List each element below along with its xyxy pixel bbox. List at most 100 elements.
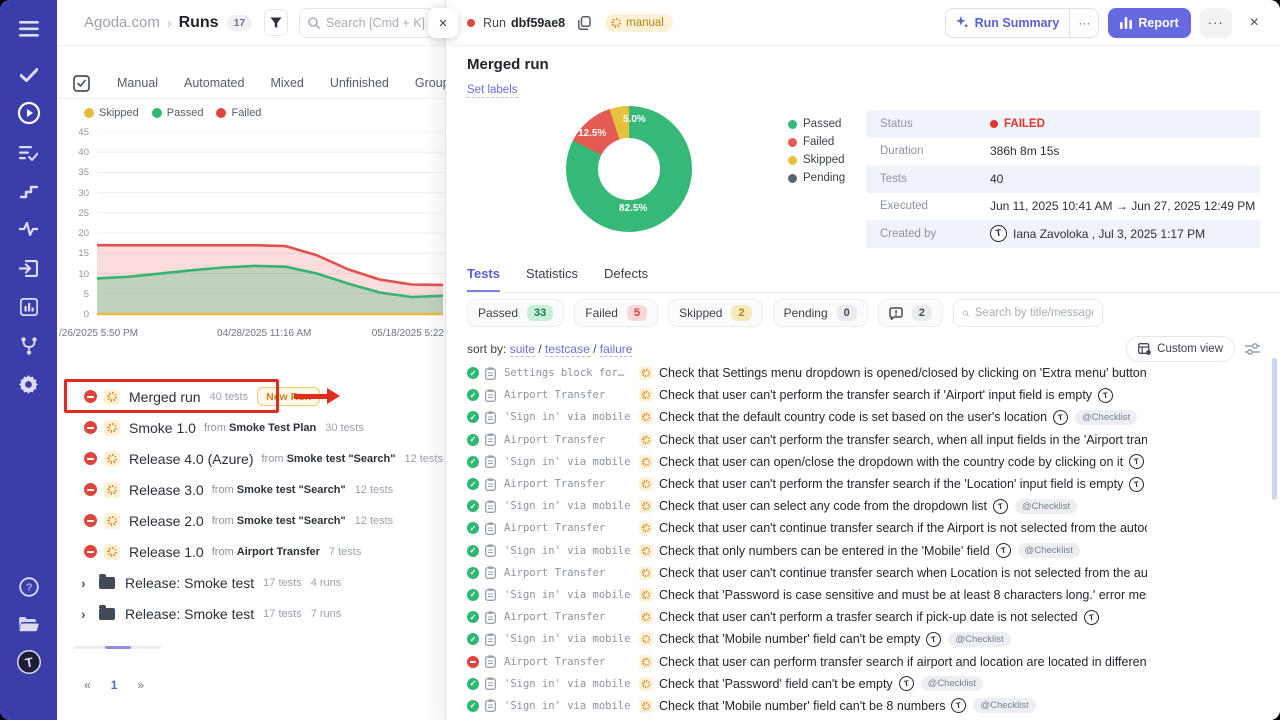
tab-defects[interactable]: Defects [604, 266, 648, 292]
close-run-detail-button[interactable]: × [1245, 14, 1264, 32]
test-runs-icon[interactable] [0, 98, 57, 128]
pagination-current-page[interactable]: 1 [111, 678, 118, 692]
tests-search-input[interactable] [975, 307, 1093, 319]
breadcrumb-section[interactable]: Runs [179, 14, 219, 32]
test-result-row[interactable]: Airport TransferCheck that user can perf… [467, 650, 1147, 672]
filter-chip-failed[interactable]: Failed5 [574, 299, 658, 327]
run-list-item[interactable]: Release 4.0 (Azure)from Smoke test "Sear… [57, 443, 445, 474]
spinner-icon [642, 435, 651, 444]
help-icon[interactable]: ? [0, 572, 57, 602]
tab-manual[interactable]: Manual [117, 76, 158, 90]
spinner-icon [107, 547, 117, 557]
test-result-row[interactable]: Airport TransferCheck that user can't pe… [467, 606, 1147, 628]
select-all-icon[interactable] [73, 75, 90, 92]
run-summary-more-button[interactable]: ··· [1069, 9, 1098, 37]
test-title: Check that user can't continue transfer … [659, 521, 1147, 535]
run-group-item[interactable]: ›Release: Smoke test17 tests7 runs [57, 598, 445, 629]
pagination-next[interactable]: » [137, 678, 144, 692]
projects-folder-icon[interactable] [0, 609, 57, 639]
test-result-row[interactable]: Airport TransferCheck that user can't pe… [467, 429, 1147, 451]
test-result-row[interactable]: 'Sign in' via mobileCheck that the defau… [467, 406, 1147, 428]
filter-chip-pending[interactable]: Pending0 [773, 299, 868, 327]
sort-option-failure[interactable]: failure [600, 342, 633, 357]
user-avatar[interactable]: T [0, 647, 57, 677]
manual-run-icon [104, 420, 120, 436]
run-source: from Airport Transfer [212, 546, 320, 558]
view-settings-icon[interactable] [1245, 343, 1260, 355]
run-summary-button[interactable]: Run Summary ··· [945, 8, 1100, 38]
test-result-row[interactable]: 'Sign in' via mobileCheck that user can … [467, 451, 1147, 473]
runs-search-input[interactable] [326, 16, 426, 30]
scrollbar-thumb[interactable] [105, 646, 131, 649]
menu-icon[interactable] [0, 14, 57, 44]
filter-chip-passed[interactable]: Passed33 [467, 299, 564, 327]
tab-unfinished[interactable]: Unfinished [330, 76, 389, 90]
run-list-item[interactable]: Release 2.0from Smoke test "Search"12 te… [57, 505, 445, 536]
manual-test-icon [639, 699, 653, 713]
tab-automated[interactable]: Automated [184, 76, 244, 90]
runs-search[interactable] [299, 8, 435, 38]
run-group-item[interactable]: ›Release: Smoke test17 tests4 runs [57, 567, 445, 598]
status-filter-row: Passed33 Failed5 Skipped2 Pending0 2 [467, 299, 1103, 327]
tab-tests[interactable]: Tests [467, 266, 500, 292]
pagination-prev[interactable]: « [84, 678, 91, 692]
sort-option-testcase[interactable]: testcase [545, 342, 590, 357]
checkmark-icon[interactable] [0, 60, 57, 90]
filter-chip-skipped[interactable]: Skipped2 [668, 299, 763, 327]
test-result-row[interactable]: Airport TransferCheck that user can't co… [467, 562, 1147, 584]
run-list-item[interactable]: Release 1.0from Airport Transfer7 tests [57, 536, 445, 567]
test-suite-name: Airport Transfer [504, 434, 634, 446]
run-list-item[interactable]: Merged run40 testsNew Run [57, 381, 445, 412]
breadcrumb-project[interactable]: Agoda.com [84, 14, 160, 31]
manual-test-icon [639, 433, 653, 447]
failed-dot [216, 108, 226, 118]
test-suite-name: 'Sign in' via mobile [504, 633, 634, 645]
run-list-item[interactable]: Smoke 1.0from Smoke Test Plan30 tests [57, 412, 445, 443]
test-suite-name: 'Sign in' via mobile [504, 411, 634, 423]
list-check-icon[interactable] [0, 138, 57, 168]
test-result-row[interactable]: 'Sign in' via mobileCheck that 'Mobile n… [467, 695, 1147, 717]
app-window: ? T Agoda.com › Runs 17 × [0, 0, 1280, 720]
branch-icon[interactable] [0, 331, 57, 361]
test-result-row[interactable]: Airport TransferCheck that user can't pe… [467, 473, 1147, 495]
set-labels-link[interactable]: Set labels [467, 84, 518, 98]
comments-filter-chip[interactable]: 2 [878, 299, 943, 327]
copy-icon[interactable] [578, 16, 591, 30]
more-actions-button[interactable]: ··· [1200, 8, 1232, 38]
pulse-icon[interactable] [0, 214, 57, 244]
passed-dot [788, 120, 797, 129]
test-result-row[interactable]: 'Sign in' via mobile Check that 'Mobile n… [467, 628, 1147, 650]
testcase-icon [485, 566, 497, 579]
vertical-scrollbar[interactable] [1272, 358, 1277, 500]
test-result-row[interactable]: 'Sign in' via mobileCheck that 'Password… [467, 584, 1147, 606]
test-result-row[interactable]: 'Sign in' via mobileCheck that only numb… [467, 540, 1147, 562]
test-title: Check that user can select any code from… [659, 499, 987, 513]
test-result-row[interactable]: Settings block for…Check that Settings m… [467, 362, 1147, 384]
steps-icon[interactable] [0, 176, 57, 206]
panel-close-button[interactable]: × [428, 8, 458, 38]
horizontal-scrollbar[interactable] [73, 646, 161, 649]
manual-test-icon [639, 455, 653, 469]
bar-chart-icon[interactable] [0, 292, 57, 322]
tab-mixed[interactable]: Mixed [270, 76, 303, 90]
test-result-row[interactable]: Airport TransferCheck that user can't co… [467, 517, 1147, 539]
runs-panel-header: Agoda.com › Runs 17 × [57, 0, 445, 46]
manual-test-icon [639, 366, 653, 380]
custom-view-button[interactable]: Custom view [1126, 336, 1235, 362]
import-icon[interactable] [0, 253, 57, 283]
test-result-row[interactable]: Airport TransferCheck that user can't pe… [467, 384, 1147, 406]
test-result-row[interactable]: 'Sign in' via mobileCheck that user can … [467, 495, 1147, 517]
tab-statistics[interactable]: Statistics [526, 266, 578, 292]
run-list-item[interactable]: Release 3.0from Smoke test "Search"12 te… [57, 474, 445, 505]
results-donut-chart: 82.5%12.5%5.0% [566, 106, 692, 232]
manual-run-icon [104, 544, 120, 560]
sort-option-suite[interactable]: suite [510, 342, 535, 357]
test-result-row[interactable]: 'Sign in' via mobileCheck that 'Password… [467, 673, 1147, 695]
test-title: Check that 'Mobile number' field can't b… [659, 632, 920, 646]
tests-search[interactable] [953, 299, 1103, 327]
manual-test-icon [639, 566, 653, 580]
custom-view-controls: Custom view [1126, 336, 1260, 362]
report-button[interactable]: Report [1108, 8, 1190, 38]
filter-button[interactable] [264, 9, 288, 36]
gear-icon[interactable] [0, 369, 57, 399]
